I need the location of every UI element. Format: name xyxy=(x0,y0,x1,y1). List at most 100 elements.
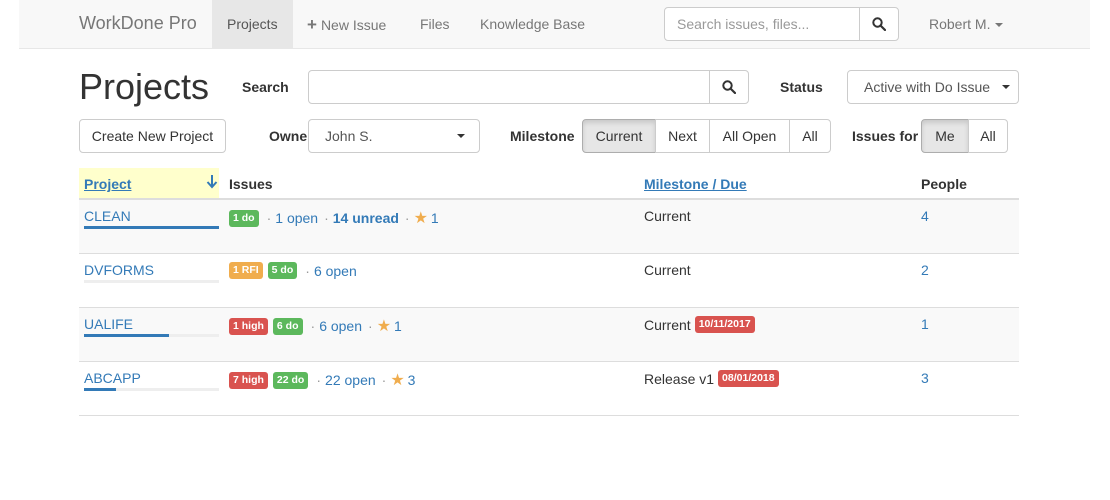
global-search-button[interactable] xyxy=(859,7,899,41)
separator-dot: · xyxy=(381,372,387,388)
milestone-cell: Current xyxy=(644,262,691,278)
status-select[interactable]: Active with Do Issue xyxy=(847,70,1019,104)
issues-for-all-button[interactable]: All xyxy=(968,119,1008,153)
table-row: DVFORMS 1 RFI 5 do · 6 open Current 2 xyxy=(79,254,1019,308)
project-link[interactable]: CLEAN xyxy=(84,208,131,224)
table-row: CLEAN 1 do · 1 open · 14 unread · ★ 1 Current 4 xyxy=(79,200,1019,254)
table-body: CLEAN 1 do · 1 open · 14 unread · ★ 1 Current 4 DVF… xyxy=(79,200,1019,416)
open-issues-link[interactable]: 6 open xyxy=(314,263,357,279)
table-row: ABCAPP 7 high 22 do · 22 open · ★ 3 Release v1 08… xyxy=(79,362,1019,416)
issue-badge[interactable]: 6 do xyxy=(272,317,303,335)
project-search-input[interactable] xyxy=(308,70,710,104)
table-header: Project Issues Milestone / Due People xyxy=(79,168,1019,200)
owner-select[interactable]: John S. xyxy=(308,119,480,153)
plus-icon: + xyxy=(307,15,317,34)
project-progress-fill xyxy=(84,226,219,229)
open-issues-link[interactable]: 6 open xyxy=(319,318,362,334)
column-header-milestone[interactable]: Milestone / Due xyxy=(644,168,747,198)
milestone-label: Milestone xyxy=(510,128,575,144)
starred-issues-link[interactable]: ★ 3 xyxy=(390,370,415,390)
milestone-name: Release v1 xyxy=(644,370,715,387)
column-header-people: People xyxy=(921,176,967,192)
open-issues-link[interactable]: 22 open xyxy=(325,372,376,388)
project-progress xyxy=(84,226,219,229)
nav-new-issue[interactable]: + New Issue xyxy=(292,0,401,49)
milestone-next-button[interactable]: Next xyxy=(655,119,710,153)
people-count-link[interactable]: 4 xyxy=(921,208,929,224)
project-link[interactable]: UALIFE xyxy=(84,316,133,332)
owner-label: Owner xyxy=(269,128,313,144)
chevron-down-icon xyxy=(1002,85,1010,89)
user-name: Robert M. xyxy=(929,16,991,32)
project-link[interactable]: ABCAPP xyxy=(84,370,141,386)
starred-issues-link[interactable]: ★ 1 xyxy=(377,316,402,336)
column-header-project[interactable]: Project xyxy=(79,168,219,198)
starred-count: 3 xyxy=(407,372,416,388)
search-icon xyxy=(872,17,886,31)
star-icon: ★ xyxy=(376,318,392,335)
milestone-cell: Current xyxy=(644,208,691,224)
issues-cell: 1 RFI 5 do · 6 open xyxy=(229,262,357,279)
status-label: Status xyxy=(780,79,823,95)
nav-projects[interactable]: Projects xyxy=(212,0,293,49)
project-link[interactable]: DVFORMS xyxy=(84,262,154,278)
issue-badge[interactable]: 1 high xyxy=(229,317,268,335)
search-label: Search xyxy=(242,79,289,95)
issue-badge[interactable]: 7 high xyxy=(229,371,268,389)
issues-for-label: Issues for xyxy=(852,128,919,144)
nav-knowledge-base[interactable]: Knowledge Base xyxy=(465,0,600,49)
milestone-all-button[interactable]: All xyxy=(789,119,831,153)
global-search-input[interactable] xyxy=(664,7,860,41)
sort-down-icon xyxy=(206,175,218,189)
table-row: UALIFE 1 high 6 do · 6 open · ★ 1 Current 10/11/2… xyxy=(79,308,1019,362)
star-icon: ★ xyxy=(390,372,405,389)
issue-badge[interactable]: 1 do xyxy=(229,209,259,227)
owner-select-value: John S. xyxy=(325,128,373,144)
star-icon: ★ xyxy=(413,210,428,227)
issue-badge[interactable]: 22 do xyxy=(272,371,309,389)
issues-cell: 1 high 6 do · 6 open · ★ 1 xyxy=(229,316,402,336)
create-project-button[interactable]: Create New Project xyxy=(79,119,226,153)
milestone-all-open-button[interactable]: All Open xyxy=(709,119,790,153)
top-navbar: WorkDone Pro Projects + New Issue Files K… xyxy=(19,0,1090,49)
nav-files[interactable]: Files xyxy=(405,0,465,49)
milestone-cell: Current 10/11/2017 xyxy=(644,316,755,333)
status-select-value: Active with Do Issue xyxy=(864,79,991,95)
brand-logo[interactable]: WorkDone Pro xyxy=(79,13,197,34)
milestone-filter: Current Next All Open All xyxy=(582,119,831,153)
nav-new-issue-label: New Issue xyxy=(320,17,387,33)
projects-table: Project Issues Milestone / Due People CL… xyxy=(79,168,1019,416)
milestone-name: Current xyxy=(644,262,691,278)
issue-badge[interactable]: 5 do xyxy=(267,262,298,279)
issues-cell: 1 do · 1 open · 14 unread · ★ 1 xyxy=(229,208,439,228)
issues-for-filter: Me All xyxy=(921,119,1008,153)
page-title: Projects xyxy=(79,66,210,107)
issue-badge[interactable]: 1 RFI xyxy=(229,262,263,279)
project-progress-fill xyxy=(84,388,117,391)
people-count-link[interactable]: 3 xyxy=(921,370,929,386)
project-progress xyxy=(84,280,219,283)
column-header-issues: Issues xyxy=(229,176,273,192)
issues-for-me-button[interactable]: Me xyxy=(921,119,969,153)
chevron-down-icon xyxy=(457,134,465,138)
starred-count: 1 xyxy=(430,210,439,226)
people-count-link[interactable]: 2 xyxy=(921,262,929,278)
separator-dot: · xyxy=(305,262,310,279)
separator-dot: · xyxy=(324,210,329,226)
project-search-button[interactable] xyxy=(709,70,749,104)
due-date-badge: 08/01/2018 xyxy=(718,370,779,387)
project-progress xyxy=(84,334,219,337)
due-date-badge: 10/11/2017 xyxy=(694,316,755,333)
open-issues-link[interactable]: 1 open xyxy=(275,210,318,226)
project-progress-fill xyxy=(84,334,170,337)
people-count-link[interactable]: 1 xyxy=(921,316,929,332)
project-progress xyxy=(84,388,219,391)
milestone-name: Current xyxy=(644,316,691,333)
search-icon xyxy=(722,80,736,94)
unread-issues-link[interactable]: 14 unread xyxy=(333,210,399,226)
milestone-current-button[interactable]: Current xyxy=(582,119,656,153)
separator-dot: · xyxy=(316,372,322,388)
milestone-cell: Release v1 08/01/2018 xyxy=(644,370,779,387)
user-menu[interactable]: Robert M. xyxy=(929,0,1004,49)
starred-issues-link[interactable]: ★ 1 xyxy=(414,208,439,228)
